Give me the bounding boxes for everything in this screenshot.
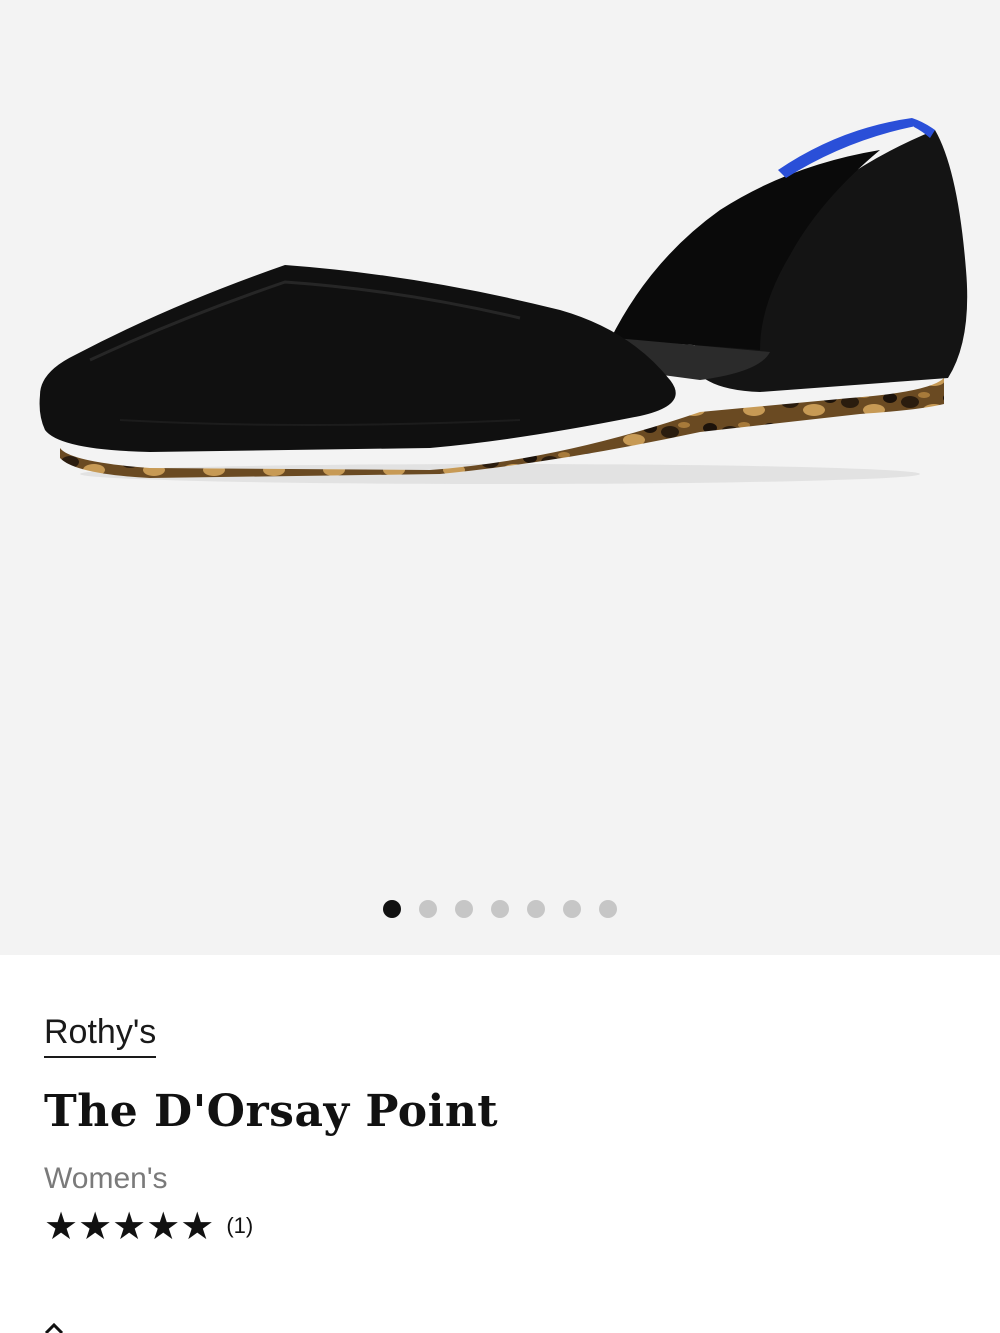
- carousel-dot-2[interactable]: [419, 900, 437, 918]
- product-info: Rothy's The D'Orsay Point Women's ★★★★★ …: [44, 1010, 944, 1248]
- carousel-dot-1[interactable]: [383, 900, 401, 918]
- carousel-dot-6[interactable]: [563, 900, 581, 918]
- carousel-dot-7[interactable]: [599, 900, 617, 918]
- product-image-gallery[interactable]: [0, 0, 1000, 955]
- carousel-dot-4[interactable]: [491, 900, 509, 918]
- carousel-pagination: [0, 899, 1000, 919]
- brand-link[interactable]: Rothy's: [44, 1010, 157, 1058]
- product-image[interactable]: [0, 0, 1000, 860]
- product-title: The D'Orsay Point: [44, 1086, 499, 1137]
- cut-off-icon: [44, 1322, 64, 1333]
- star-rating: ★★★★★: [44, 1206, 214, 1246]
- carousel-dot-5[interactable]: [527, 900, 545, 918]
- carousel-dot-3[interactable]: [455, 900, 473, 918]
- rating-summary[interactable]: ★★★★★ (1): [44, 1204, 944, 1248]
- star-icon: ★★★★★: [44, 1204, 215, 1248]
- review-count[interactable]: (1): [226, 1213, 253, 1239]
- product-category: Women's: [44, 1162, 168, 1195]
